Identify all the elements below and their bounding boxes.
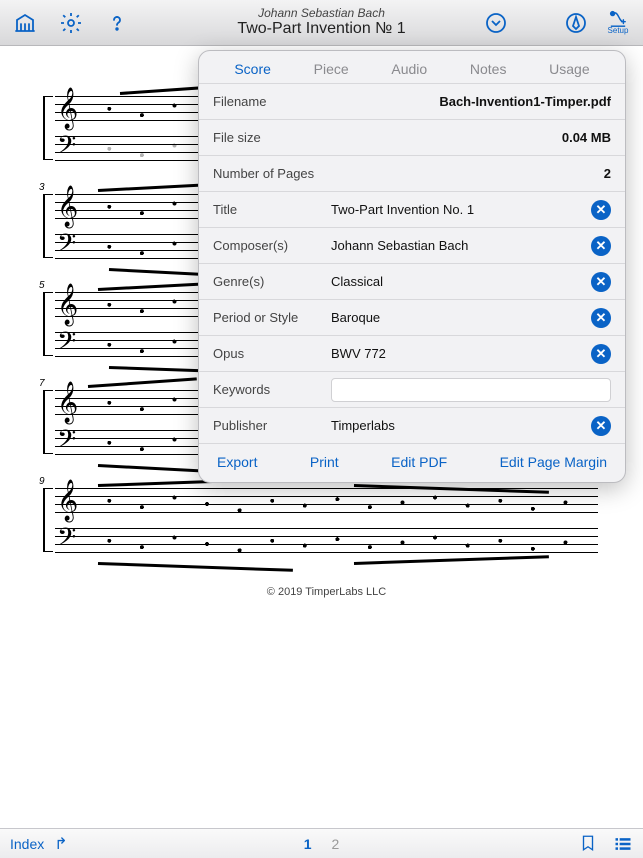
- top-toolbar: Johann Sebastian Bach Two-Part Invention…: [0, 0, 643, 46]
- print-button[interactable]: Print: [310, 454, 339, 470]
- piece-title: Two-Part Invention № 1: [237, 20, 405, 38]
- composer-name: Johann Sebastian Bach: [237, 7, 405, 20]
- repeat-arrow-icon[interactable]: ↱: [54, 834, 67, 854]
- clear-publisher-icon[interactable]: ✕: [591, 416, 611, 436]
- page-picker: 1 2: [304, 836, 340, 852]
- measure-number: 9: [39, 476, 45, 487]
- edit-pdf-button[interactable]: Edit PDF: [391, 454, 447, 470]
- filesize-value: 0.04 MB: [331, 130, 611, 145]
- clear-composer-icon[interactable]: ✕: [591, 236, 611, 256]
- setup-label: Setup: [608, 26, 629, 35]
- period-label: Period or Style: [213, 310, 331, 325]
- clear-period-icon[interactable]: ✕: [591, 308, 611, 328]
- pages-value: 2: [331, 166, 611, 181]
- measure-number: 5: [39, 280, 45, 291]
- opus-label: Opus: [213, 346, 331, 361]
- clear-title-icon[interactable]: ✕: [591, 200, 611, 220]
- measure-number: 3: [39, 182, 45, 193]
- info-popover: Score Piece Audio Notes Usage Filename B…: [198, 50, 626, 483]
- copyright-text: © 2019 TimperLabs LLC: [55, 586, 598, 598]
- composer-value[interactable]: Johann Sebastian Bach: [331, 238, 583, 253]
- library-icon[interactable]: [8, 6, 42, 40]
- title-value[interactable]: Two-Part Invention No. 1: [331, 202, 583, 217]
- opus-value[interactable]: BWV 772: [331, 346, 583, 361]
- filename-label: Filename: [213, 94, 331, 109]
- bookmark-icon[interactable]: [579, 834, 599, 854]
- filesize-label: File size: [213, 130, 331, 145]
- tab-notes[interactable]: Notes: [470, 61, 507, 77]
- tab-score[interactable]: Score: [234, 61, 271, 77]
- keywords-input[interactable]: [331, 378, 611, 402]
- genre-label: Genre(s): [213, 274, 331, 289]
- title-label: Title: [213, 202, 331, 217]
- popover-tabs: Score Piece Audio Notes Usage: [199, 51, 625, 83]
- keywords-label: Keywords: [213, 382, 331, 397]
- publisher-value[interactable]: Timperlabs: [331, 418, 583, 433]
- publisher-label: Publisher: [213, 418, 331, 433]
- page-2[interactable]: 2: [332, 836, 340, 852]
- pages-label: Number of Pages: [213, 166, 331, 181]
- bottom-toolbar: Index ↱ 1 2: [0, 828, 643, 858]
- page-1[interactable]: 1: [304, 836, 312, 852]
- edit-margin-button[interactable]: Edit Page Margin: [500, 454, 607, 470]
- tab-piece[interactable]: Piece: [314, 61, 349, 77]
- filename-value: Bach-Invention1-Timper.pdf: [331, 94, 611, 109]
- measure-number: 7: [39, 378, 45, 389]
- export-button[interactable]: Export: [217, 454, 257, 470]
- genre-value[interactable]: Classical: [331, 274, 583, 289]
- pen-circle-icon[interactable]: [559, 6, 593, 40]
- dropdown-icon[interactable]: [479, 6, 513, 40]
- tab-audio[interactable]: Audio: [391, 61, 427, 77]
- period-value[interactable]: Baroque: [331, 310, 583, 325]
- tab-usage[interactable]: Usage: [549, 61, 589, 77]
- composer-label: Composer(s): [213, 238, 331, 253]
- index-button[interactable]: Index: [10, 836, 44, 852]
- clear-opus-icon[interactable]: ✕: [591, 344, 611, 364]
- title-block: Johann Sebastian Bach Two-Part Invention…: [237, 7, 405, 38]
- clear-genre-icon[interactable]: ✕: [591, 272, 611, 292]
- settings-icon[interactable]: [54, 6, 88, 40]
- help-icon[interactable]: [100, 6, 134, 40]
- setup-button[interactable]: Setup: [601, 10, 635, 35]
- list-view-icon[interactable]: [613, 834, 633, 854]
